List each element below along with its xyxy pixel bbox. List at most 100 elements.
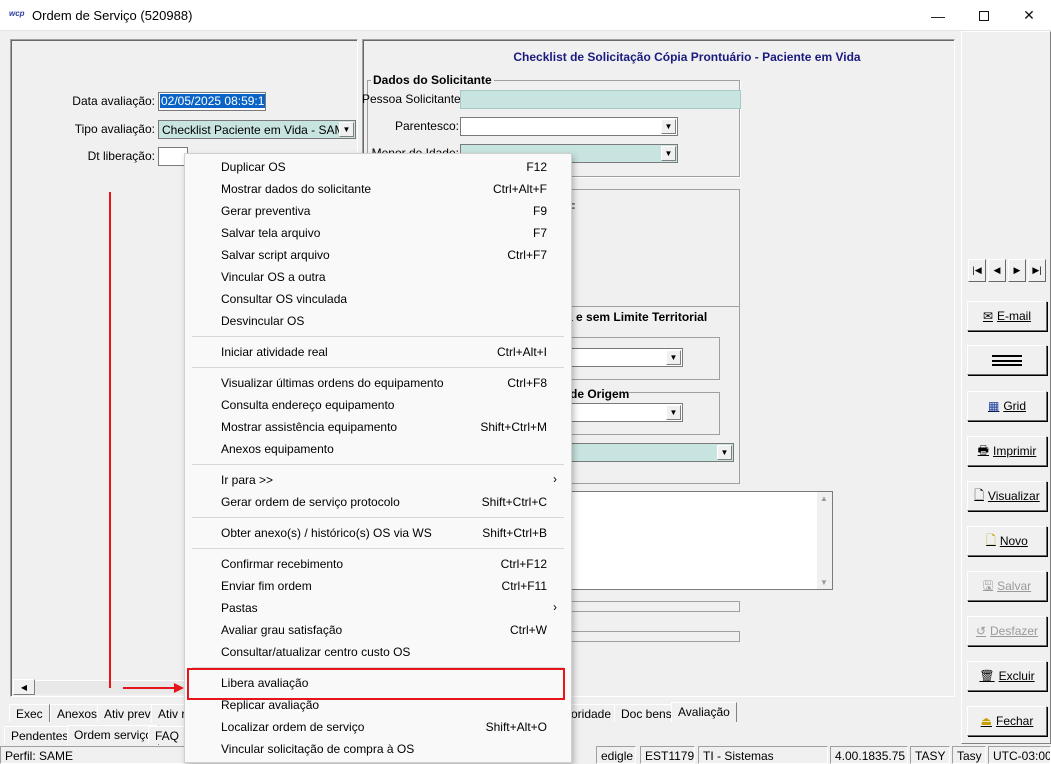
last-record-button[interactable]: ▶| (1028, 259, 1046, 282)
salvar-button[interactable]: 🖫 Salvar (967, 571, 1047, 601)
menu-item-shortcut: Ctrl+F7 (507, 248, 547, 262)
close-button[interactable]: ✕ (1006, 0, 1051, 31)
menu-item-gerar-os-protocolo[interactable]: Gerar ordem de serviço protocolo Shift+Ct… (185, 491, 571, 513)
chevron-right-icon: › (553, 472, 557, 486)
excluir-button[interactable]: 🗑 Excluir (967, 661, 1047, 691)
minimize-button[interactable]: — (915, 0, 961, 31)
tab-prioridade[interactable]: oridade (564, 704, 619, 722)
prev-record-button[interactable]: ◀ (988, 259, 1006, 282)
menu-item-label: Localizar ordem de serviço (221, 720, 365, 734)
menu-item-duplicar-os[interactable]: Duplicar OS F12 (185, 156, 571, 178)
menu-item-desvincular-os[interactable]: Desvincular OS (185, 310, 571, 332)
first-record-button[interactable]: |◀ (968, 259, 986, 282)
menu-item-pastas[interactable]: Pastas › (185, 597, 571, 619)
prev-icon: ◀ (993, 265, 1001, 275)
menu-button[interactable] (967, 345, 1047, 375)
menu-item-label: Confirmar recebimento (221, 557, 344, 571)
tab-ordem-servico[interactable]: Ordem serviço (67, 725, 160, 745)
tab-pendentes[interactable]: Pendentes (4, 726, 76, 744)
next-icon: ▶ (1013, 265, 1021, 275)
menu-item-shortcut: Ctrl+W (510, 623, 547, 637)
tipo-avaliacao-select[interactable]: Checklist Paciente em Vida - SAME ▼ (158, 120, 356, 139)
menu-item-consultar-centro-custo[interactable]: Consultar/atualizar centro custo OS (185, 641, 571, 663)
tab-exec[interactable]: Exec (9, 704, 50, 722)
tab-avaliacao[interactable]: Avaliação (671, 702, 737, 722)
chevron-down-icon: ▼ (666, 405, 681, 420)
menu-item-shortcut: Shift+Ctrl+M (480, 420, 547, 434)
exit-icon: ⏏ (980, 714, 992, 728)
fechar-label: Fechar (995, 714, 1034, 728)
tab-ativ-prev[interactable]: Ativ prev (97, 704, 158, 722)
grid-button[interactable]: ▦ Grid (967, 391, 1047, 421)
menu-item-label: Salvar tela arquivo (221, 226, 321, 240)
menu-item-shortcut: F9 (532, 204, 547, 218)
menu-item-mostrar-assistencia[interactable]: Mostrar assistência equipamento Shift+Ctr… (185, 416, 571, 438)
imprimir-label: Imprimir (993, 444, 1037, 458)
menu-item-mostrar-dados-solicitante[interactable]: Mostrar dados do solicitante Ctrl+Alt+F (185, 178, 571, 200)
menu-item-ir-para[interactable]: Ir para >> › (185, 469, 571, 491)
menu-item-label: Pastas (221, 601, 258, 615)
menu-item-gerar-preventiva[interactable]: Gerar preventiva F9 (185, 200, 571, 222)
grid-icon: ▦ (987, 399, 1000, 413)
status-perfil: Perfil: SAME (0, 746, 185, 764)
limite-select[interactable]: ▼ (560, 348, 683, 367)
menu-item-enviar-fim-ordem[interactable]: Enviar fim ordem Ctrl+F11 (185, 575, 571, 597)
data-avaliacao-field[interactable]: 02/05/2025 08:59:16 (158, 92, 266, 111)
menu-item-consulta-endereco-equipamento[interactable]: Consulta endereço equipamento (185, 394, 571, 416)
tab-faq[interactable]: FAQ (148, 726, 187, 744)
memo-field[interactable]: ▲ ▼ (560, 491, 833, 590)
menu-item-label: Visualizar últimas ordens do equipamento (221, 376, 444, 390)
salvar-label: Salvar (997, 579, 1032, 593)
menu-item-label: Replicar avaliação (221, 698, 320, 712)
save-icon: 🖫 (982, 577, 994, 592)
menu-item-localizar-os[interactable]: Localizar ordem de serviço Shift+Alt+O (185, 716, 571, 738)
new-document-icon: 🗋 (986, 532, 996, 547)
menu-item-libera-avaliacao[interactable]: Libera avaliação (185, 672, 571, 694)
menu-item-salvar-script-arquivo[interactable]: Salvar script arquivo Ctrl+F7 (185, 244, 571, 266)
menu-item-visualizar-ultimas-ordens[interactable]: Visualizar últimas ordens do equipamento… (185, 372, 571, 394)
pessoa-solicitante-field[interactable] (460, 90, 741, 109)
menu-item-salvar-tela-arquivo[interactable]: Salvar tela arquivo F7 (185, 222, 571, 244)
horizontal-scrollbar[interactable] (35, 680, 185, 694)
tab-anexos[interactable]: Anexos (50, 704, 105, 722)
menu-item-label: Avaliar grau satisfação (221, 623, 343, 637)
menu-item-consultar-os-vinculada[interactable]: Consultar OS vinculada (185, 288, 571, 310)
next-record-button[interactable]: ▶ (1008, 259, 1026, 282)
pessoa-solicitante-label: Pessoa Solicitante: (362, 92, 465, 106)
menu-item-label: Mostrar assistência equipamento (221, 420, 398, 434)
first-icon: |◀ (972, 265, 982, 275)
maximize-button[interactable] (961, 0, 1007, 31)
novo-button[interactable]: 🗋 Novo (967, 526, 1047, 556)
menu-separator (192, 548, 564, 549)
menu-item-label: Consultar OS vinculada (221, 292, 348, 306)
menu-item-obter-anexos-ws[interactable]: Obter anexo(s) / histórico(s) OS via WS S… (185, 522, 571, 544)
email-button[interactable]: ✉ E-mail (967, 301, 1047, 331)
tipo-avaliacao-value: Checklist Paciente em Vida - SAME (162, 123, 353, 137)
checklist-title: Checklist de Solicitação Cópia Prontuári… (513, 50, 861, 64)
menu-item-iniciar-atividade-real[interactable]: Iniciar atividade real Ctrl+Alt+I (185, 341, 571, 363)
scroll-left-button[interactable]: ◀ (13, 679, 35, 695)
fechar-button[interactable]: ⏏ Fechar (967, 706, 1047, 736)
tab-doc-bens[interactable]: Doc bens (614, 704, 679, 722)
imprimir-button[interactable]: 🖶 Imprimir (967, 436, 1047, 466)
origem-select[interactable]: ▼ (560, 403, 683, 422)
chevron-down-icon: ▼ (661, 146, 676, 161)
visualizar-button[interactable]: 🗋 Visualizar (967, 481, 1047, 511)
teal-select[interactable]: ▼ (560, 443, 734, 462)
app-icon: wcp (9, 9, 25, 18)
menu-item-anexos-equipamento[interactable]: Anexos equipamento (185, 438, 571, 460)
data-avaliacao-value: 02/05/2025 08:59:16 (160, 94, 265, 108)
memo-scrollbar[interactable]: ▲ ▼ (817, 492, 832, 589)
email-label: E-mail (997, 309, 1032, 323)
status-user: edigle (596, 746, 636, 764)
status-setor: TI - Sistemas (698, 746, 828, 764)
parentesco-select[interactable]: ▼ (460, 117, 678, 136)
menu-item-avaliar-grau-satisfacao[interactable]: Avaliar grau satisfação Ctrl+W (185, 619, 571, 641)
menu-icon (992, 354, 1022, 366)
menu-item-confirmar-recebimento[interactable]: Confirmar recebimento Ctrl+F12 (185, 553, 571, 575)
menu-item-vincular-solicitacao-compra[interactable]: Vincular solicitação de compra à OS (185, 738, 571, 760)
menu-item-replicar-avaliacao[interactable]: Replicar avaliação (185, 694, 571, 716)
menu-item-shortcut: Shift+Ctrl+B (482, 526, 547, 540)
desfazer-button[interactable]: ↺ Desfazer (967, 616, 1047, 646)
menu-item-vincular-os[interactable]: Vincular OS a outra (185, 266, 571, 288)
